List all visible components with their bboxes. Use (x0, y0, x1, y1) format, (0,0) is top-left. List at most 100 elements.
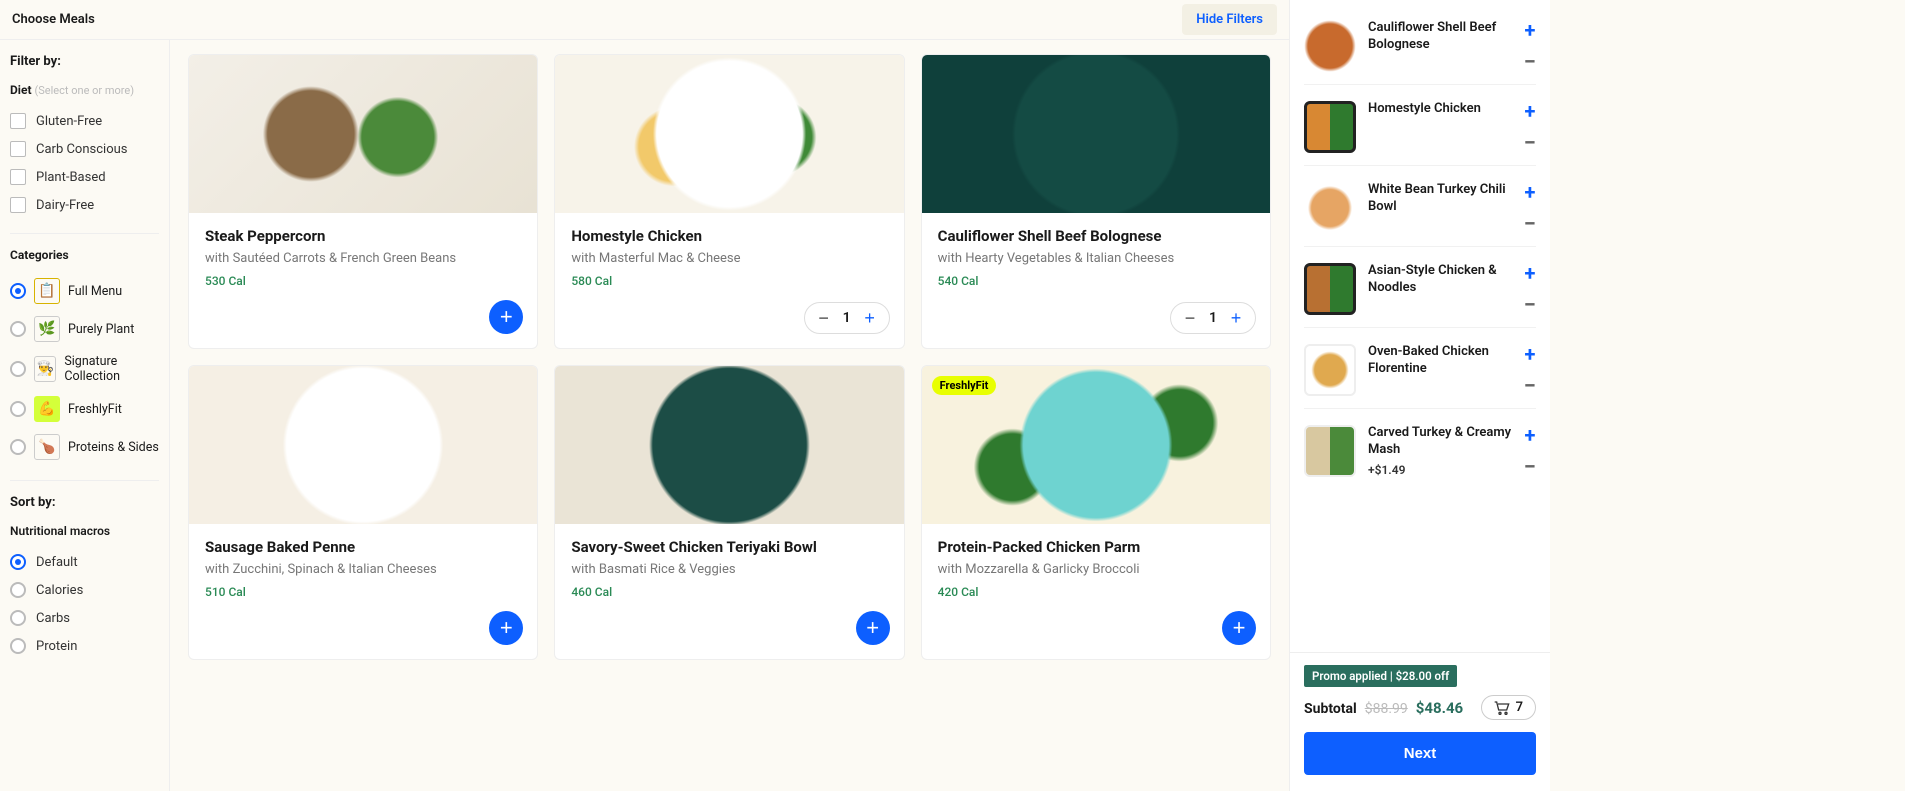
cart-count: 7 (1516, 700, 1523, 715)
meal-card[interactable]: Homestyle Chicken with Masterful Mac & C… (554, 54, 904, 349)
sort-option-carbs[interactable]: Carbs (10, 604, 159, 632)
category-signature-collection[interactable]: 👨‍🍳 Signature Collection (10, 348, 159, 390)
radio-icon (10, 439, 26, 455)
cart-increment-button[interactable]: + (1524, 182, 1535, 202)
cart-item-name: Carved Turkey & Creamy Mash (1368, 425, 1512, 459)
cart-item-thumb (1304, 263, 1356, 315)
category-icon: 👨‍🍳 (34, 356, 56, 382)
meal-calories: 510 Cal (205, 585, 521, 599)
cart-increment-button[interactable]: + (1524, 425, 1535, 445)
price-old: $88.99 (1365, 701, 1408, 717)
meal-subtitle: with Masterful Mac & Cheese (571, 251, 887, 266)
meal-title: Homestyle Chicken (571, 227, 887, 245)
filter-sidebar: Filter by: Diet (Select one or more) Glu… (0, 40, 170, 791)
meal-calories: 420 Cal (938, 585, 1254, 599)
add-meal-button[interactable]: + (856, 611, 890, 645)
cart-decrement-button[interactable]: − (1524, 56, 1536, 69)
radio-icon (10, 554, 26, 570)
diet-option-dairy-free[interactable]: Dairy-Free (10, 191, 159, 219)
meal-calories: 530 Cal (205, 274, 521, 288)
sort-by-heading: Sort by: (10, 495, 159, 510)
radio-icon (10, 283, 26, 299)
category-label: Signature Collection (64, 354, 159, 384)
category-label: Proteins & Sides (68, 440, 159, 455)
category-full-menu[interactable]: 📋Full Menu (10, 272, 159, 310)
meal-title: Protein-Packed Chicken Parm (938, 538, 1254, 556)
meal-card[interactable]: Cauliflower Shell Beef Bolognese with He… (921, 54, 1271, 349)
meal-title: Cauliflower Shell Beef Bolognese (938, 227, 1254, 245)
cart-decrement-button[interactable]: − (1524, 137, 1536, 150)
cart-item: Oven-Baked Chicken Florentine + − (1304, 336, 1536, 409)
meal-image (922, 55, 1270, 213)
categories-section-title: Categories (10, 248, 159, 262)
diet-option-carb-conscious[interactable]: Carb Conscious (10, 135, 159, 163)
radio-icon (10, 321, 26, 337)
radio-icon (10, 401, 26, 417)
meal-card[interactable]: Steak Peppercorn with Sautéed Carrots & … (188, 54, 538, 349)
cart-item-thumb (1304, 101, 1356, 153)
subtotal-label: Subtotal (1304, 701, 1357, 717)
sort-option-label: Default (36, 555, 78, 570)
add-meal-button[interactable]: + (1222, 611, 1256, 645)
meal-card[interactable]: Savory-Sweet Chicken Teriyaki Bowl with … (554, 365, 904, 660)
diet-option-gluten-free[interactable]: Gluten-Free (10, 107, 159, 135)
cart-increment-button[interactable]: + (1524, 20, 1535, 40)
sort-option-protein[interactable]: Protein (10, 632, 159, 660)
add-meal-button[interactable]: + (489, 611, 523, 645)
checkbox-icon (10, 113, 26, 129)
diet-option-label: Carb Conscious (36, 142, 127, 157)
category-proteins-sides[interactable]: 🍗 Proteins & Sides (10, 428, 159, 466)
topbar: Choose Meals Hide Filters (0, 0, 1289, 40)
cart-item-name: White Bean Turkey Chili Bowl (1368, 182, 1512, 216)
promo-badge: Promo applied | $28.00 off (1304, 665, 1457, 687)
cart-decrement-button[interactable]: − (1524, 299, 1536, 312)
cart-item: White Bean Turkey Chili Bowl + − (1304, 174, 1536, 247)
category-icon: 🍗 (34, 434, 60, 460)
cart-decrement-button[interactable]: − (1524, 218, 1536, 231)
category-freshlyfit[interactable]: 💪FreshlyFit (10, 390, 159, 428)
category-label: Full Menu (68, 284, 122, 299)
cart-decrement-button[interactable]: − (1524, 380, 1536, 393)
cart-icon (1494, 701, 1510, 715)
next-button[interactable]: Next (1304, 732, 1536, 775)
meal-title: Savory-Sweet Chicken Teriyaki Bowl (571, 538, 887, 556)
increment-button[interactable]: + (1225, 307, 1247, 329)
add-meal-button[interactable]: + (489, 300, 523, 334)
sort-option-label: Calories (36, 583, 83, 598)
diet-section-title: Diet (Select one or more) (10, 83, 159, 97)
radio-icon (10, 582, 26, 598)
hide-filters-button[interactable]: Hide Filters (1182, 4, 1277, 35)
meal-card[interactable]: Sausage Baked Penne with Zucchini, Spina… (188, 365, 538, 660)
decrement-button[interactable]: − (1179, 307, 1201, 329)
meal-image (189, 55, 537, 213)
cart-increment-button[interactable]: + (1524, 263, 1535, 283)
decrement-button[interactable]: − (813, 307, 835, 329)
meal-card[interactable]: FreshlyFit Protein-Packed Chicken Parm w… (921, 365, 1271, 660)
category-purely-plant[interactable]: 🌿Purely Plant (10, 310, 159, 348)
meal-image: FreshlyFit (922, 366, 1270, 524)
sort-section-label: Nutritional macros (10, 524, 159, 538)
diet-option-plant-based[interactable]: Plant-Based (10, 163, 159, 191)
cart-panel: Cauliflower Shell Beef Bolognese + − Hom… (1290, 0, 1550, 791)
cart-increment-button[interactable]: + (1524, 101, 1535, 121)
meal-title: Sausage Baked Penne (205, 538, 521, 556)
freshlyfit-badge: FreshlyFit (932, 376, 997, 395)
qty-stepper[interactable]: − 1 + (804, 302, 890, 334)
radio-icon (10, 361, 26, 377)
radio-icon (10, 610, 26, 626)
sort-option-default[interactable]: Default (10, 548, 159, 576)
increment-button[interactable]: + (859, 307, 881, 329)
cart-count-pill[interactable]: 7 (1481, 695, 1536, 720)
sort-option-label: Protein (36, 639, 77, 654)
diet-option-label: Dairy-Free (36, 198, 94, 213)
sort-option-calories[interactable]: Calories (10, 576, 159, 604)
radio-icon (10, 638, 26, 654)
cart-increment-button[interactable]: + (1524, 344, 1535, 364)
sort-option-label: Carbs (36, 611, 70, 626)
meal-calories: 460 Cal (571, 585, 887, 599)
cart-item-name: Oven-Baked Chicken Florentine (1368, 344, 1512, 378)
page-title: Choose Meals (12, 12, 95, 27)
cart-decrement-button[interactable]: − (1524, 461, 1536, 474)
qty-stepper[interactable]: − 1 + (1170, 302, 1256, 334)
checkbox-icon (10, 197, 26, 213)
